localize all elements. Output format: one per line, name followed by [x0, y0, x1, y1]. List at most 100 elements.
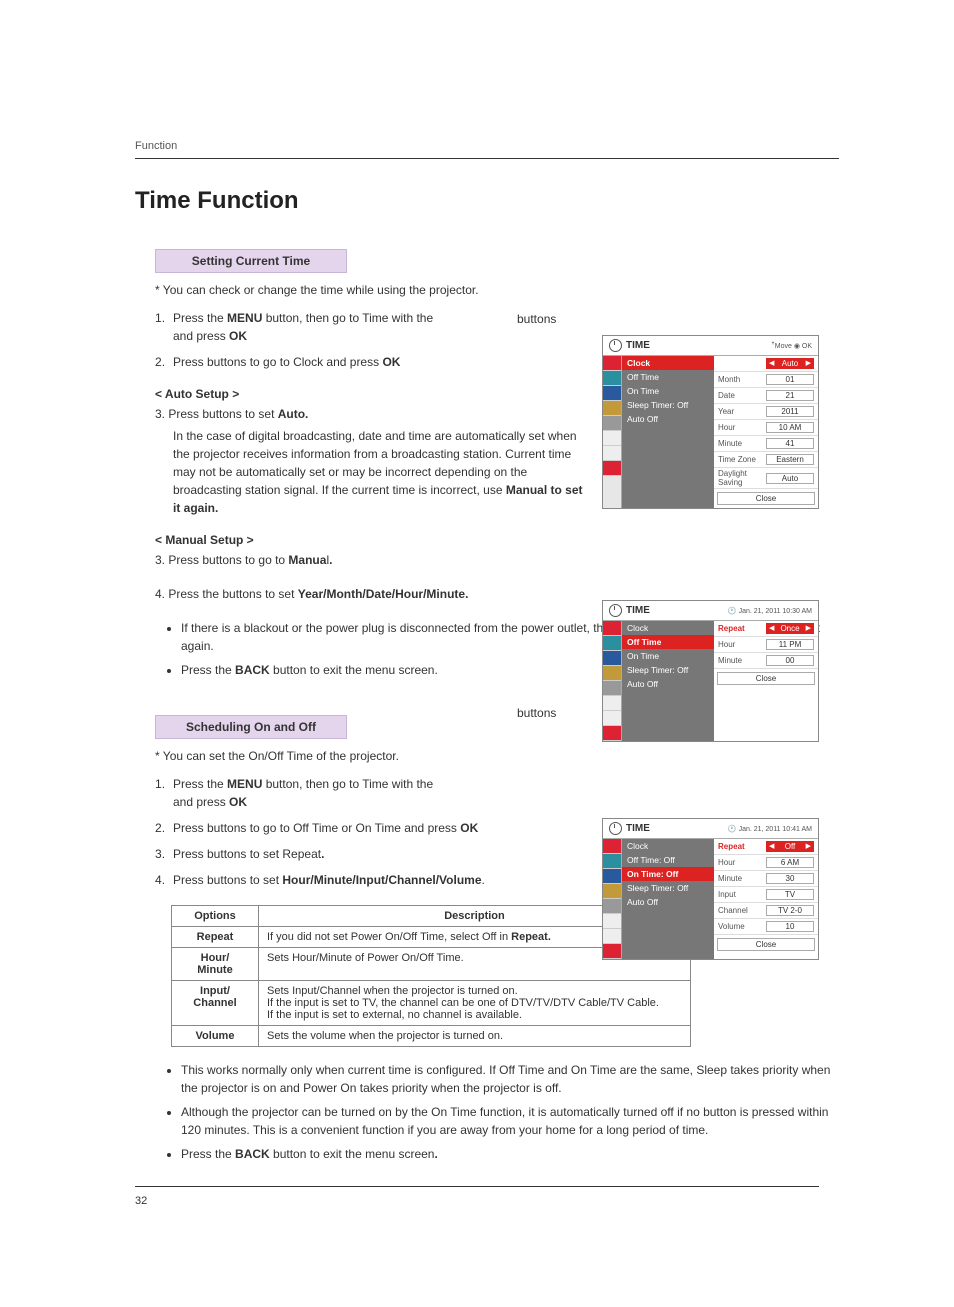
osd-menu-item[interactable]: Off Time: [622, 370, 714, 384]
osd-field-row[interactable]: Month01: [714, 372, 818, 388]
osd-field-row[interactable]: Daylight SavingAuto: [714, 468, 818, 489]
auto-body: In the case of digital broadcasting, dat…: [155, 427, 593, 517]
section-heading-scheduling: Scheduling On and Off: [155, 715, 347, 739]
osd-field-value[interactable]: 10: [766, 921, 814, 932]
osd-menu-item[interactable]: Auto Off: [622, 412, 714, 426]
osd-field-value[interactable]: 10 AM: [766, 422, 814, 433]
osd-field-label: Time Zone: [718, 455, 766, 464]
osd-field-label: Hour: [718, 640, 766, 649]
bullet: Although the projector can be turned on …: [181, 1103, 839, 1139]
osd-field-value[interactable]: 2011: [766, 406, 814, 417]
osd-menu[interactable]: ClockOff TimeOn TimeSleep Timer: OffAuto…: [622, 621, 714, 741]
osd-menu-item[interactable]: On Time: [622, 384, 714, 398]
osd-field-value[interactable]: 21: [766, 390, 814, 401]
osd-menu-item[interactable]: Sleep Timer: Off: [622, 663, 714, 677]
osd-menu-item[interactable]: Off Time: [622, 635, 714, 649]
osd-iconbar: [603, 839, 622, 959]
osd-menu-item[interactable]: On Time: [622, 649, 714, 663]
osd-hint: 🕐 Jan. 21, 2011 10:30 AM: [728, 607, 812, 615]
table-row-opt: Volume: [172, 1026, 259, 1047]
osd-field-value[interactable]: 30: [766, 873, 814, 884]
osd-field-row[interactable]: Volume10: [714, 919, 818, 935]
bullet: This works normally only when current ti…: [181, 1061, 839, 1097]
osd-field-row[interactable]: Hour6 AM: [714, 855, 818, 871]
footer-rule: [135, 1186, 819, 1187]
osd-field-value[interactable]: 41: [766, 438, 814, 449]
osd-menu-item[interactable]: Sleep Timer: Off: [622, 398, 714, 412]
osd-field-value[interactable]: Auto: [766, 358, 814, 369]
table-row-desc: Sets the volume when the projector is tu…: [259, 1026, 691, 1047]
header-rule: [135, 158, 839, 159]
osd-field-row[interactable]: RepeatOff: [714, 839, 818, 855]
osd-field-row[interactable]: Minute00: [714, 653, 818, 669]
osd-iconbar: [603, 621, 622, 741]
osd-field-value[interactable]: Auto: [766, 473, 814, 484]
osd-field-row[interactable]: Auto: [714, 356, 818, 372]
step-1: Press the MENU button, then go to Time w…: [155, 775, 575, 811]
osd-time-ontime: TIME 🕐 Jan. 21, 2011 10:41 AM ClockOff T…: [602, 818, 819, 960]
note-text: * You can check or change the time while…: [155, 283, 839, 297]
osd-field-row[interactable]: Minute41: [714, 436, 818, 452]
osd-menu-item[interactable]: Clock: [622, 839, 714, 853]
osd-field-label: Minute: [718, 656, 766, 665]
osd-field-label: Repeat: [718, 842, 766, 851]
step-4: 4. Press the buttons to set Year/Month/D…: [155, 585, 575, 603]
osd-field-row[interactable]: Hour10 AM: [714, 420, 818, 436]
osd-field-row[interactable]: Date21: [714, 388, 818, 404]
osd-field-value[interactable]: 6 AM: [766, 857, 814, 868]
osd-time-clock: TIME ꜛMove ◉ OK ClockOff TimeOn TimeSlee…: [602, 335, 819, 509]
osd-field-row[interactable]: Hour11 PM: [714, 637, 818, 653]
osd-field-value[interactable]: Once: [766, 623, 814, 634]
osd-pane[interactable]: AutoMonth01Date21Year2011Hour10 AMMinute…: [714, 356, 818, 508]
clock-icon: [609, 822, 622, 835]
osd-field-label: Volume: [718, 922, 766, 931]
osd-field-value[interactable]: 11 PM: [766, 639, 814, 650]
osd-close-button[interactable]: Close: [717, 938, 815, 951]
osd-field-row[interactable]: Time ZoneEastern: [714, 452, 818, 468]
osd-hint: ꜛMove ◉ OK: [771, 342, 812, 350]
osd-field-label: Month: [718, 375, 766, 384]
manual-setup-head: < Manual Setup >: [155, 533, 839, 547]
osd-menu-item[interactable]: Clock: [622, 621, 714, 635]
osd-close-button[interactable]: Close: [717, 672, 815, 685]
options-header: Options: [172, 906, 259, 927]
osd-menu[interactable]: ClockOff TimeOn TimeSleep Timer: OffAuto…: [622, 356, 714, 508]
osd-menu-item[interactable]: Sleep Timer: Off: [622, 881, 714, 895]
osd-field-row[interactable]: InputTV: [714, 887, 818, 903]
osd-field-value[interactable]: Off: [766, 841, 814, 852]
table-row-opt: Input/Channel: [172, 981, 259, 1026]
osd-pane[interactable]: RepeatOffHour6 AMMinute30InputTVChannelT…: [714, 839, 818, 959]
auto-step: 3. Press buttons to set Auto.: [155, 405, 575, 423]
osd-field-row[interactable]: Year2011: [714, 404, 818, 420]
step-2: Press buttons to go to Clock and press O…: [155, 353, 575, 371]
osd-field-label: Hour: [718, 423, 766, 432]
osd-close-button[interactable]: Close: [717, 492, 815, 505]
osd-field-label: Input: [718, 890, 766, 899]
osd-field-label: Hour: [718, 858, 766, 867]
osd-pane[interactable]: RepeatOnceHour11 PMMinute00Close: [714, 621, 818, 741]
clock-icon: [609, 339, 622, 352]
osd-menu-item[interactable]: Auto Off: [622, 677, 714, 691]
osd-menu-item[interactable]: Off Time: Off: [622, 853, 714, 867]
section-heading-setting-current-time: Setting Current Time: [155, 249, 347, 273]
osd-menu-item[interactable]: Clock: [622, 356, 714, 370]
table-row-opt: Repeat: [172, 927, 259, 948]
osd-menu[interactable]: ClockOff Time: OffOn Time: OffSleep Time…: [622, 839, 714, 959]
step-4: Press buttons to set Hour/Minute/Input/C…: [155, 871, 575, 889]
osd-field-label: Year: [718, 407, 766, 416]
osd-field-label: Daylight Saving: [718, 469, 766, 487]
osd-menu-item[interactable]: Auto Off: [622, 895, 714, 909]
osd-field-row[interactable]: RepeatOnce: [714, 621, 818, 637]
clock-icon: [609, 604, 622, 617]
osd-field-label: Repeat: [718, 624, 766, 633]
osd-field-row[interactable]: ChannelTV 2-0: [714, 903, 818, 919]
osd-field-row[interactable]: Minute30: [714, 871, 818, 887]
osd-field-value[interactable]: TV 2-0: [766, 905, 814, 916]
osd-field-value[interactable]: 01: [766, 374, 814, 385]
osd-field-value[interactable]: Eastern: [766, 454, 814, 465]
osd-field-value[interactable]: TV: [766, 889, 814, 900]
osd-field-value[interactable]: 00: [766, 655, 814, 666]
table-row-opt: Hour/Minute: [172, 948, 259, 981]
osd-menu-item[interactable]: On Time: Off: [622, 867, 714, 881]
table-row-desc: Sets Input/Channel when the projector is…: [259, 981, 691, 1026]
